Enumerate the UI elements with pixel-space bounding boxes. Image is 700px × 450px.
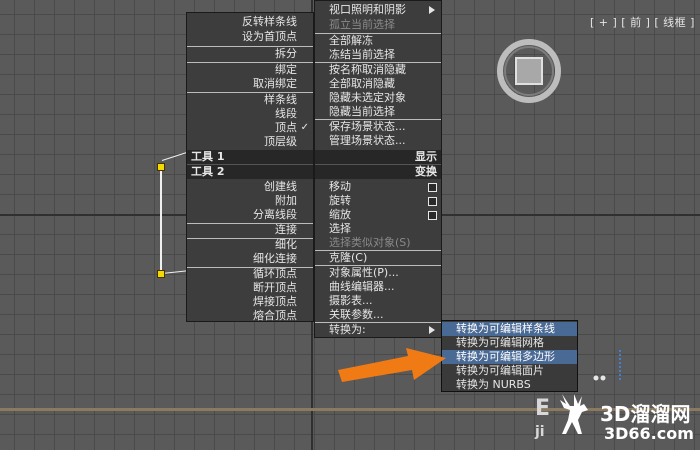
menu-item-freeze-selection[interactable]: 冻结当前选择 <box>315 48 441 62</box>
menu-item-create-line[interactable]: 创建线 <box>187 180 313 194</box>
menu-item-top-level[interactable]: 顶层级 <box>187 135 313 149</box>
menu-item-dope-sheet[interactable]: 摄影表... <box>315 294 441 308</box>
submenu-arrow-icon <box>429 6 435 14</box>
convert-to-submenu: 转换为可编辑样条线 转换为可编辑网格 转换为可编辑多边形 转换为可编辑面片 转换… <box>441 320 578 392</box>
menu-item-reverse-spline[interactable]: 反转样条线 <box>187 15 313 29</box>
menu-item-unhide-all[interactable]: 全部取消隐藏 <box>315 77 441 91</box>
menu-item-unhide-by-name[interactable]: 按名称取消隐藏 <box>315 63 441 77</box>
menu-item-move[interactable]: 移动 <box>315 180 441 194</box>
menu-item-spline-level[interactable]: 样条线 <box>187 93 313 107</box>
menu-item-connect[interactable]: 连接 <box>187 223 313 237</box>
axis-gizmo-icon <box>593 348 621 381</box>
quad-title-tools-1: 工具 1 <box>187 150 313 164</box>
menu-item-label: 转换为: <box>329 323 366 336</box>
spline-segment[interactable] <box>161 151 187 161</box>
menu-item-refine-connect[interactable]: 细化连接 <box>187 252 313 266</box>
menu-item-convert-to[interactable]: 转换为: <box>315 323 441 337</box>
watermark: 3D溜溜网 3D66.com <box>548 384 700 450</box>
background-text-fragment: ji <box>535 424 545 440</box>
menu-item-label: 顶点 <box>275 121 297 134</box>
menu-item-clone[interactable]: 克隆(C) <box>315 251 441 265</box>
annotation-arrow-icon <box>338 348 446 382</box>
viewport-label[interactable]: [ + ] [ 前 ] [ 线框 ] <box>590 14 695 30</box>
quad-title-transform: 变换 <box>315 164 441 179</box>
menu-item-label: 移动 <box>329 180 351 193</box>
menu-item-label: 视口照明和阴影 <box>329 3 406 16</box>
menu-item-convert-editable-mesh[interactable]: 转换为可编辑网格 <box>442 336 577 350</box>
menu-item-select-similar: 选择类似对象(S) <box>329 236 411 249</box>
settings-box-icon[interactable] <box>428 183 437 192</box>
menu-item-refine[interactable]: 细化 <box>187 238 313 252</box>
quad-title-display: 显示 <box>315 150 441 164</box>
quad-menu-right: 视口照明和阴影 孤立当前选择 全部解冻 冻结当前选择 按名称取消隐藏 全部取消隐… <box>314 0 442 338</box>
checkmark-icon: ✓ <box>300 122 309 133</box>
menu-item-unfreeze-all[interactable]: 全部解冻 <box>315 34 441 48</box>
deer-logo-icon <box>560 394 588 434</box>
menu-item-divide[interactable]: 拆分 <box>187 47 313 61</box>
menu-item-scale[interactable]: 缩放 <box>315 208 441 222</box>
menu-item-cycle-vertices[interactable]: 循环顶点 <box>187 267 313 281</box>
menu-item-label: 缩放 <box>329 208 351 221</box>
menu-item-hide-unselected[interactable]: 隐藏未选定对象 <box>315 91 441 105</box>
menu-item-isolate-selection: 孤立当前选择 <box>329 18 395 31</box>
menu-item-break-vertices[interactable]: 断开顶点 <box>187 281 313 295</box>
menu-item-save-scene-state[interactable]: 保存场景状态... <box>315 120 441 134</box>
menu-item-manage-scene-states[interactable]: 管理场景状态... <box>315 134 441 148</box>
menu-item-fuse-vertices[interactable]: 熔合顶点 <box>187 309 313 323</box>
menu-item-rotate[interactable]: 旋转 <box>315 194 441 208</box>
spline-vertex[interactable] <box>157 163 165 171</box>
menu-item-object-properties[interactable]: 对象属性(P)... <box>315 266 441 280</box>
menu-item-convert-editable-spline[interactable]: 转换为可编辑样条线 <box>442 322 577 336</box>
settings-box-icon[interactable] <box>428 211 437 220</box>
spline-segment[interactable] <box>160 167 162 275</box>
watermark-url: 3D66.com <box>604 424 694 443</box>
quad-menu-left: 反转样条线 设为首顶点 拆分 绑定 取消绑定 样条线 线段 顶点 ✓ 顶层级 工… <box>186 12 314 322</box>
menu-item-detach-segment[interactable]: 分离线段 <box>187 208 313 222</box>
menu-item-curve-editor[interactable]: 曲线编辑器... <box>315 280 441 294</box>
menu-item-vertex-level[interactable]: 顶点 ✓ <box>187 121 313 135</box>
spline-vertex[interactable] <box>157 270 165 278</box>
menu-item-convert-editable-patch[interactable]: 转换为可编辑面片 <box>442 364 577 378</box>
submenu-arrow-icon <box>429 326 435 334</box>
menu-item-make-first[interactable]: 设为首顶点 <box>187 30 313 44</box>
spline-segment[interactable] <box>161 270 188 274</box>
menu-item-hide-selection[interactable]: 隐藏当前选择 <box>315 105 441 119</box>
menu-item-label: 旋转 <box>329 194 351 207</box>
menu-item-select[interactable]: 选择 <box>315 222 441 236</box>
quad-title-tools-2: 工具 2 <box>187 164 313 179</box>
view-cube-icon[interactable] <box>496 38 562 104</box>
menu-item-weld-vertices[interactable]: 焊接顶点 <box>187 295 313 309</box>
watermark-brand: 3D溜溜网 <box>600 402 691 426</box>
settings-box-icon[interactable] <box>428 197 437 206</box>
menu-item-bind[interactable]: 绑定 <box>187 63 313 77</box>
menu-item-convert-editable-poly[interactable]: 转换为可编辑多边形 <box>442 350 577 364</box>
menu-item-wire-parameters[interactable]: 关联参数... <box>315 308 441 322</box>
menu-item-attach[interactable]: 附加 <box>187 194 313 208</box>
menu-item-segment-level[interactable]: 线段 <box>187 107 313 121</box>
menu-item-viewport-lighting[interactable]: 视口照明和阴影 <box>315 3 441 17</box>
menu-item-unbind[interactable]: 取消绑定 <box>187 77 313 91</box>
